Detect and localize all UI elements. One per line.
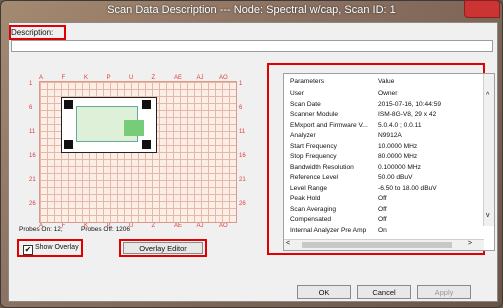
title-bar[interactable]: Scan Data Description --- Node: Spectral… bbox=[0, 0, 503, 22]
probe-highlight bbox=[124, 120, 144, 136]
table-row[interactable]: Internal Analyzer Pre Amp On bbox=[290, 227, 486, 237]
param-value: N9912A bbox=[378, 132, 402, 139]
scroll-right-icon[interactable]: > bbox=[468, 240, 472, 247]
grid-row-label: 21 bbox=[239, 177, 246, 183]
show-overlay-checkbox[interactable]: ✔ Show Overlay bbox=[19, 242, 81, 255]
table-header: Parameters Value bbox=[290, 78, 486, 88]
horizontal-scrollbar[interactable]: < > bbox=[284, 239, 484, 250]
param-value: ISM-8G-V8, 29 x 42 bbox=[378, 111, 437, 118]
scroll-up-icon[interactable]: ^ bbox=[486, 92, 489, 99]
grid-row-label: 16 bbox=[29, 153, 36, 159]
overlay-editor-button[interactable]: Overlay Editor bbox=[123, 242, 203, 254]
table-row[interactable]: Bandwidth Resolution 0.100000 MHz bbox=[290, 164, 486, 174]
apply-button[interactable]: Apply bbox=[417, 285, 471, 299]
scroll-left-icon[interactable]: < bbox=[286, 240, 290, 247]
param-value: Owner bbox=[378, 90, 398, 97]
param-value: -6.50 to 18.00 dBuV bbox=[378, 184, 437, 192]
param-name: Reference Level bbox=[290, 174, 339, 181]
grid-row-label: 11 bbox=[239, 129, 246, 135]
param-name: Stop Frequency bbox=[290, 153, 337, 160]
param-name: Scanner Module bbox=[290, 111, 339, 118]
table-row[interactable]: Start Frequency 10.0000 MHz bbox=[290, 143, 486, 153]
param-name: Scan Date bbox=[290, 100, 321, 108]
param-name: Compensated bbox=[290, 216, 332, 223]
param-name: Scan Averaging bbox=[290, 205, 337, 213]
param-value: Off bbox=[378, 205, 387, 213]
param-name: Peak Hold bbox=[290, 195, 321, 202]
probes-off-text: Probes Off: 1206 bbox=[81, 226, 131, 233]
close-button[interactable] bbox=[464, 0, 500, 18]
table-row[interactable]: User Owner bbox=[290, 90, 486, 100]
table-row[interactable]: Analyzer N9912A bbox=[290, 132, 486, 142]
table-row[interactable]: Reference Level 50.00 dBuV bbox=[290, 174, 486, 184]
param-name: Level Range bbox=[290, 184, 328, 192]
param-value: 80.0000 MHz bbox=[378, 153, 418, 160]
grid-row-label: 6 bbox=[239, 105, 243, 111]
param-name: User bbox=[290, 90, 304, 97]
grid-col-label: AJ bbox=[196, 223, 204, 229]
param-value: 0.100000 MHz bbox=[378, 163, 421, 171]
table-row[interactable]: Scanner Module ISM-8G-V8, 29 x 42 bbox=[290, 111, 486, 121]
scroll-down-icon[interactable]: v bbox=[486, 212, 490, 219]
vertical-scrollbar[interactable]: ^ v bbox=[483, 74, 494, 226]
header-value[interactable]: Value bbox=[378, 78, 394, 85]
grid-row-label: 26 bbox=[239, 201, 246, 207]
param-name: Internal Analyzer Pre Amp bbox=[290, 226, 367, 234]
board-marker bbox=[64, 140, 73, 149]
grid-row-label: 6 bbox=[29, 105, 33, 111]
grid-col-label: Z bbox=[151, 223, 156, 229]
grid-col-label: AO bbox=[219, 223, 228, 229]
parameters-table[interactable]: Parameters Value User Owner Scan Date 2015-… bbox=[283, 73, 495, 251]
board-marker bbox=[142, 140, 151, 149]
param-name: Analyzer bbox=[290, 132, 316, 139]
table-row[interactable]: Scan Date 2015-07-16, 10:44:59 bbox=[290, 101, 486, 111]
window-title: Scan Data Description --- Node: Spectral… bbox=[107, 4, 396, 16]
param-value: 10.0000 MHz bbox=[378, 142, 418, 150]
table-row[interactable]: EMxport and Firmware V... 5.0.4.0 ; 0.0.1… bbox=[290, 122, 486, 132]
param-value: 50.00 dBuV bbox=[378, 174, 413, 181]
grid-row-label: 1 bbox=[239, 81, 243, 87]
param-value: Off bbox=[378, 216, 387, 223]
board-marker bbox=[142, 100, 151, 109]
cancel-button[interactable]: Cancel bbox=[357, 285, 411, 299]
grid-row-label: 26 bbox=[29, 201, 36, 207]
probes-on-text: Probes On: 12; bbox=[19, 226, 63, 233]
show-overlay-label: Show Overlay bbox=[35, 244, 79, 251]
description-input[interactable] bbox=[11, 40, 493, 52]
param-value: Off bbox=[378, 195, 387, 202]
scroll-thumb[interactable] bbox=[302, 242, 452, 248]
board-marker bbox=[64, 100, 73, 109]
dialog-client: Description: A F K P U Z AE AJ AO A F K P U Z AE AJ AO 1… bbox=[8, 22, 498, 302]
grid-row-label: 21 bbox=[29, 177, 36, 183]
grid-row-label: 16 bbox=[239, 153, 246, 159]
param-name: Bandwidth Resolution bbox=[290, 163, 354, 171]
grid-col-label: AE bbox=[174, 223, 183, 229]
table-row[interactable]: Stop Frequency 80.0000 MHz bbox=[290, 153, 486, 163]
param-value: 2015-07-16, 10:44:59 bbox=[378, 100, 442, 108]
checkbox-check-icon: ✔ bbox=[23, 245, 33, 255]
ok-button[interactable]: OK bbox=[297, 285, 351, 299]
grid-row-label: 1 bbox=[29, 81, 33, 87]
table-row[interactable]: Peak Hold Off bbox=[290, 195, 486, 205]
param-value: 5.0.4.0 ; 0.0.11 bbox=[378, 121, 422, 129]
table-row[interactable]: Compensated Off bbox=[290, 216, 486, 226]
grid-row-label: 11 bbox=[29, 129, 36, 135]
pcb-overlay bbox=[61, 97, 157, 153]
table-row[interactable]: Level Range -6.50 to 18.00 dBuV bbox=[290, 185, 486, 195]
param-name: EMxport and Firmware V... bbox=[290, 121, 368, 129]
table-row[interactable]: Scan Averaging Off bbox=[290, 206, 486, 216]
param-name: Start Frequency bbox=[290, 142, 337, 150]
header-parameters[interactable]: Parameters bbox=[290, 78, 374, 85]
description-label: Description: bbox=[11, 28, 54, 37]
param-value: On bbox=[378, 226, 387, 234]
